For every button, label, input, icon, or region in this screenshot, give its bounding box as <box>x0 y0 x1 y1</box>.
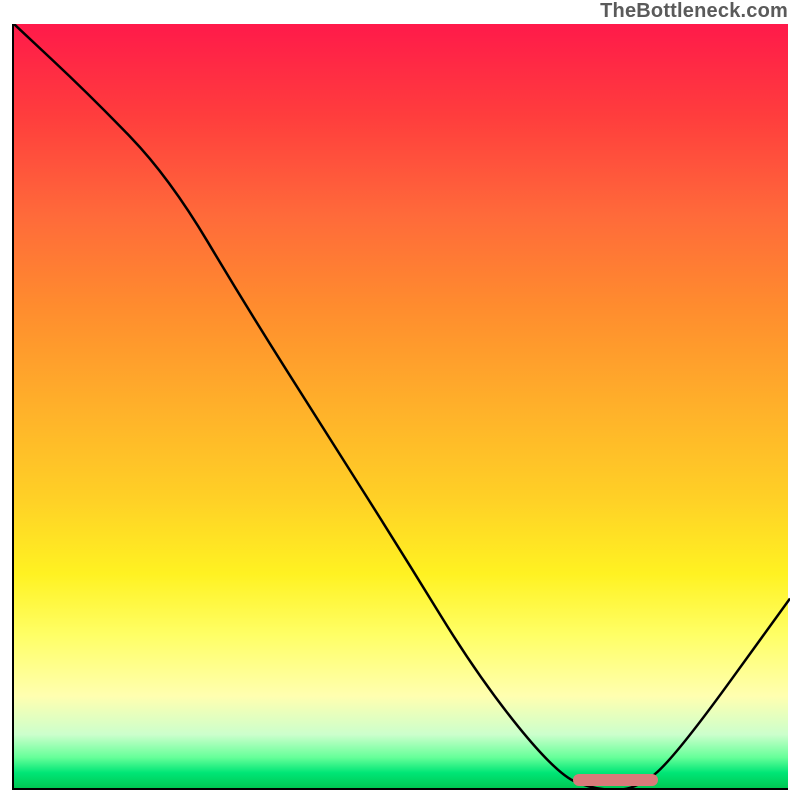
optimal-range-marker <box>573 774 658 786</box>
bottleneck-curve <box>14 24 790 790</box>
watermark-label: TheBottleneck.com <box>600 0 788 23</box>
plot-area <box>12 24 788 790</box>
chart-container: TheBottleneck.com <box>0 0 800 800</box>
